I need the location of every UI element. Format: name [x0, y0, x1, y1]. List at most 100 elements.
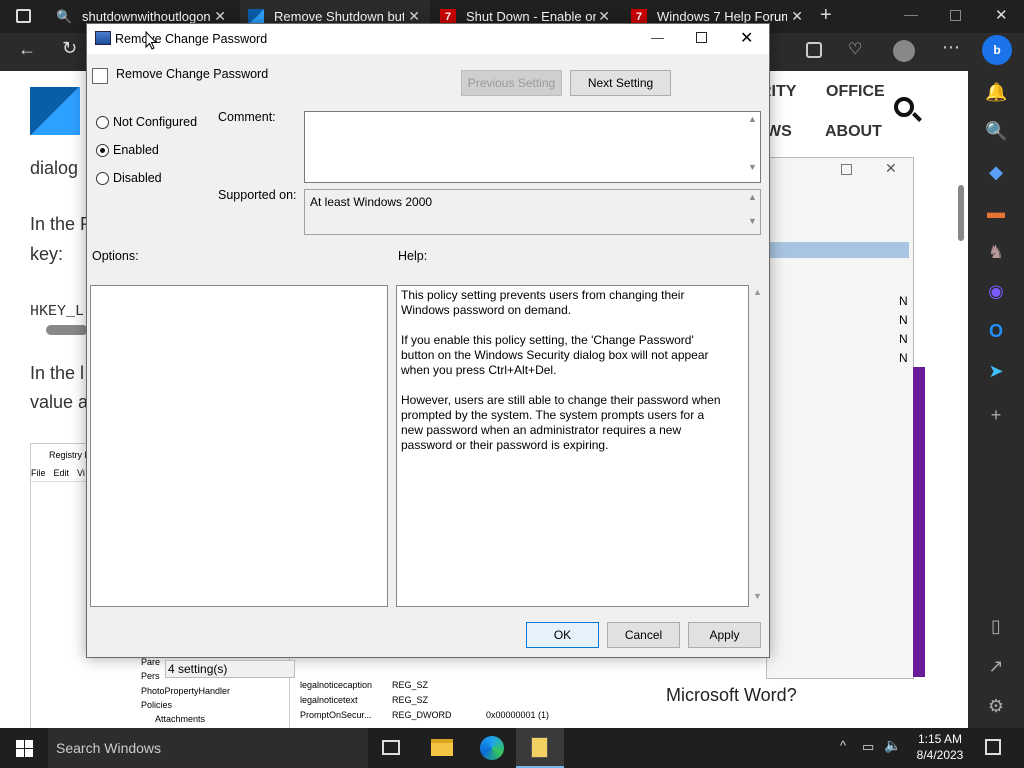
file-explorer-icon[interactable]: [431, 739, 453, 756]
options-label: Options:: [92, 249, 139, 263]
help-scrollbar[interactable]: ▲ ▼: [750, 285, 765, 607]
gpedit-status-bar: 4 setting(s): [165, 660, 295, 678]
radio-disabled-label[interactable]: Disabled: [113, 171, 162, 185]
bing-icon[interactable]: b: [982, 35, 1012, 65]
outlook-icon[interactable]: O: [985, 320, 1007, 342]
tag-icon[interactable]: ◆: [985, 161, 1007, 183]
edge-icon[interactable]: [480, 736, 504, 760]
radio-enabled[interactable]: [96, 144, 109, 157]
collections-icon[interactable]: [806, 42, 822, 58]
article-text: value a: [30, 392, 89, 412]
radio-not-configured-label[interactable]: Not Configured: [113, 115, 197, 129]
help-paragraph: This policy setting prevents users from …: [401, 288, 685, 317]
add-icon[interactable]: +: [985, 404, 1007, 426]
registry-key-code: HKEY_L: [30, 303, 85, 320]
reg-value-type: REG_SZ: [392, 680, 429, 690]
refresh-icon[interactable]: ↻: [62, 38, 77, 59]
apply-button[interactable]: Apply: [688, 622, 761, 648]
tree-item: Pers: [141, 671, 160, 681]
bell-icon[interactable]: 🔔: [985, 81, 1007, 103]
bg-list-letter: N: [899, 294, 908, 308]
policy-dialog: Remove Change Password — ✕ Remove Change…: [86, 23, 770, 658]
next-setting-button[interactable]: Next Setting: [570, 70, 671, 96]
close-window-icon[interactable]: ✕: [995, 6, 1008, 24]
tree-item: Attachments: [155, 714, 206, 724]
code-scrollbar[interactable]: [46, 325, 88, 335]
minimize-icon[interactable]: —: [904, 6, 918, 22]
clock[interactable]: 1:15 AM 8/4/2023: [910, 731, 970, 763]
back-icon[interactable]: ←: [18, 39, 36, 60]
task-view-icon[interactable]: [382, 740, 400, 755]
reg-value-name: PromptOnSecur...: [300, 710, 372, 720]
menu-view: Vi: [77, 468, 85, 478]
tree-item: Policies: [141, 700, 173, 710]
menu-icon[interactable]: ⋯: [942, 37, 960, 58]
bg-list-letter: N: [899, 332, 908, 346]
help-paragraph: If you enable this policy setting, the '…: [401, 333, 709, 377]
policy-app-icon: [95, 31, 111, 45]
restore-icon[interactable]: [950, 10, 961, 21]
avatar[interactable]: [893, 40, 915, 62]
policy-name: Remove Change Password: [116, 67, 269, 81]
bg-list-letter: N: [899, 351, 908, 365]
settings-icon[interactable]: ⚙: [985, 695, 1007, 717]
clock-date: 8/4/2023: [916, 748, 964, 762]
cancel-button[interactable]: Cancel: [607, 622, 680, 648]
volume-muted-icon[interactable]: 🔈: [884, 737, 901, 754]
bg-close-icon: ✕: [885, 160, 897, 176]
help-paragraph: However, users are still able to change …: [401, 393, 721, 452]
nav-office[interactable]: OFFICE: [826, 83, 885, 101]
search-icon: 🔍: [56, 8, 73, 24]
taskbar-search-box[interactable]: Search Windows: [48, 728, 368, 768]
tray-chevron-icon[interactable]: ^: [840, 738, 846, 753]
health-icon[interactable]: ♡: [848, 39, 862, 59]
send-icon[interactable]: ➤: [985, 360, 1007, 382]
supported-on-field: At least Windows 2000 ▲ ▼: [304, 189, 761, 235]
nav-about[interactable]: ABOUT: [825, 123, 882, 141]
article-text: key:: [30, 244, 64, 264]
supported-on-value: At least Windows 2000: [310, 195, 433, 209]
policy-setting-icon: [92, 68, 108, 84]
radio-not-configured[interactable]: [96, 116, 109, 129]
new-tab-icon[interactable]: +: [820, 4, 832, 27]
dialog-maximize-icon[interactable]: [696, 32, 707, 43]
edge-sidebar: 🔔 🔍 ◆ ▬ ♞ ◉ O ➤ + ▯ ↗ ⚙: [968, 71, 1024, 728]
tab-actions-icon[interactable]: [16, 9, 31, 23]
reg-value-type: REG_DWORD: [392, 710, 452, 720]
comment-textbox[interactable]: ▲ ▼: [304, 111, 761, 183]
previous-setting-button[interactable]: Previous Setting: [461, 70, 562, 96]
comment-scrollbar[interactable]: ▲ ▼: [745, 112, 760, 182]
dialog-titlebar[interactable]: Remove Change Password — ✕: [87, 24, 769, 54]
copilot-icon[interactable]: ◉: [985, 280, 1007, 302]
article-text: In the l: [30, 363, 85, 383]
close-tab-icon[interactable]: ✕: [791, 8, 803, 25]
radio-enabled-label[interactable]: Enabled: [113, 143, 159, 157]
ok-button[interactable]: OK: [526, 622, 599, 648]
settings-count: 4 setting(s): [168, 662, 228, 676]
network-icon[interactable]: ▭: [862, 739, 874, 755]
menu-edit: Edit: [53, 468, 70, 478]
dialog-minimize-icon[interactable]: —: [651, 30, 664, 45]
bg-selected-header: [767, 242, 909, 258]
toolbox-icon[interactable]: ▬: [985, 201, 1007, 223]
notifications-icon[interactable]: [985, 739, 1001, 755]
search-icon[interactable]: 🔍: [985, 120, 1007, 142]
help-panel: This policy setting prevents users from …: [396, 285, 749, 607]
bg-restore-icon: [841, 164, 852, 175]
tab-label: Remove Shutdown butt: [274, 9, 404, 24]
games-icon[interactable]: ♞: [985, 241, 1007, 263]
dialog-close-icon[interactable]: ✕: [740, 28, 753, 48]
supported-scrollbar[interactable]: ▲ ▼: [745, 190, 760, 234]
registry-values-image: legalnoticecaption REG_SZ legalnoticetex…: [294, 676, 656, 728]
tree-item: Pare: [141, 657, 161, 667]
taskbar-search-placeholder: Search Windows: [56, 740, 162, 756]
bg-list-letter: N: [899, 313, 908, 327]
notepad-icon[interactable]: [516, 728, 564, 768]
page-scrollbar-thumb[interactable]: [958, 185, 964, 241]
site-logo: [30, 87, 80, 135]
tree-item: PhotoPropertyHandler: [141, 686, 231, 696]
external-link-icon[interactable]: ↗: [985, 655, 1007, 677]
start-windows-icon[interactable]: [16, 740, 33, 757]
sidebar-toggle-icon[interactable]: ▯: [985, 615, 1007, 637]
radio-disabled[interactable]: [96, 172, 109, 185]
